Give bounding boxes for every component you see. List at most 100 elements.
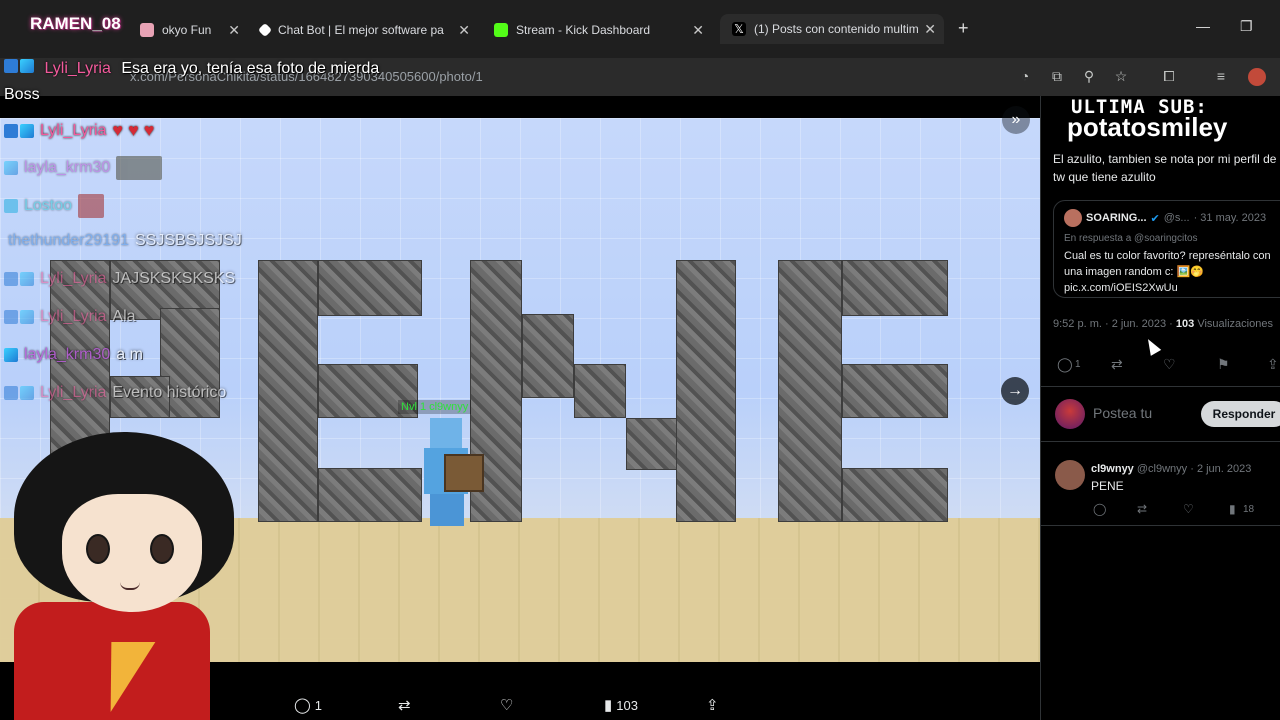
next-photo-button[interactable]: → <box>1001 377 1029 405</box>
avatar <box>1055 399 1085 429</box>
chat-message: Lyli_Lyria ♥ ♥ ♥ <box>4 120 158 141</box>
avatar-mouth <box>120 582 140 590</box>
vtuber-avatar <box>0 432 240 720</box>
restore-icon[interactable]: ❐ <box>1240 18 1253 35</box>
badge-icon <box>4 386 18 400</box>
chat-message: thethunder29191 SSJSBSJSJSJ <box>4 232 242 250</box>
install-icon[interactable]: ⧉ <box>1048 68 1066 86</box>
reply-count: 1 <box>1075 359 1081 370</box>
chat-message: layla_krm30 <box>4 156 163 180</box>
reply-icon: ◯ <box>294 697 311 714</box>
chat-message: Lyli_Lyria JAJSKSKSKSKS <box>4 270 235 288</box>
views-icon[interactable]: ▮ <box>1229 502 1236 516</box>
chat-message: Lyli_Lyria Evento histórico <box>4 384 226 402</box>
chat-username: Lyli_Lyria <box>40 270 107 287</box>
stone-block <box>626 418 678 470</box>
like-button[interactable]: ♡ <box>500 696 513 714</box>
profile-avatar[interactable] <box>1248 68 1266 86</box>
share-button[interactable]: ⇪ <box>706 696 719 714</box>
chat-message: Lyli_Lyria Esa era yo, tenía esa foto de… <box>4 56 384 108</box>
player-shield <box>444 454 484 492</box>
tweet-text: El azulito, tambien se nota por mi perfi… <box>1053 152 1277 184</box>
chat-text: Evento histórico <box>112 384 227 401</box>
avatar <box>1055 460 1085 490</box>
reply-icon[interactable]: ◯ <box>1057 356 1073 373</box>
tweet-views-label: Visualizaciones <box>1197 318 1273 330</box>
quote-handle: @s... <box>1163 212 1190 224</box>
reply-button[interactable]: ◯ 1 <box>294 696 322 714</box>
stone-block <box>778 260 842 522</box>
avatar-eye <box>86 534 110 564</box>
player-legs <box>430 494 464 526</box>
extensions-icon[interactable]: ⧠ <box>1160 68 1178 86</box>
chat-username: Lyli_Lyria <box>44 60 111 77</box>
x-logo-icon: 𝕏 <box>732 22 746 36</box>
cube-icon <box>4 199 18 213</box>
tab-label: Stream - Kick Dashboard <box>516 23 651 37</box>
share-icon[interactable]: ⇪ <box>1267 356 1279 373</box>
badge-icon <box>4 161 18 175</box>
comment-handle: @cl9wnyy · 2 jun. 2023 <box>1136 463 1252 475</box>
views-button[interactable]: ▮ 103 <box>604 696 638 714</box>
tab-x-posts[interactable]: 𝕏 (1) Posts con contenido multim ✕ <box>720 14 944 44</box>
comment-item[interactable]: cl9wnyy @cl9wnyy · 2 jun. 2023 PENE ◯ ⇄ … <box>1041 452 1280 526</box>
new-tab-button[interactable]: + <box>958 18 969 39</box>
heart-icon[interactable]: ♡ <box>1163 356 1176 373</box>
tweet-time: 9:52 p. m. · 2 jun. 2023 · <box>1053 318 1173 330</box>
comment-author: cl9wnyy <box>1091 463 1134 475</box>
tab-kick-dashboard[interactable]: Stream - Kick Dashboard ✕ <box>494 18 704 42</box>
media-icon[interactable]: ≡ <box>1212 68 1230 86</box>
comment-header: cl9wnyy @cl9wnyy · 2 jun. 2023 <box>1091 463 1251 475</box>
reply-count: 1 <box>314 697 323 713</box>
minimize-icon[interactable]: — <box>1196 18 1210 34</box>
tweet-views: 103 <box>1175 318 1195 330</box>
tweet-meta: 9:52 p. m. · 2 jun. 2023 · 103 Visualiza… <box>1053 318 1273 330</box>
quote-header: SOARING... ✔ @s... · 31 may. 2023 <box>1064 209 1280 227</box>
repost-icon[interactable]: ⇄ <box>1111 356 1123 373</box>
repost-icon[interactable]: ⇄ <box>1137 502 1147 516</box>
expand-panel-icon[interactable]: » <box>1002 106 1030 134</box>
badge-icon <box>20 123 34 138</box>
badge-icon <box>4 310 18 324</box>
chat-username: thethunder29191 <box>8 232 129 249</box>
badge-icon <box>20 272 34 286</box>
close-icon[interactable]: ✕ <box>924 21 936 38</box>
heart-icon[interactable]: ♡ <box>1183 502 1194 516</box>
heart-icon: ♡ <box>500 697 514 714</box>
comment-text: PENE <box>1091 479 1124 493</box>
verified-icon: ✔ <box>1150 212 1160 225</box>
badge-icon <box>4 59 18 73</box>
chat-username: layla_krm30 <box>24 159 111 176</box>
bookmark-star-icon[interactable]: ☆ <box>1112 68 1130 86</box>
share-icon: ⇪ <box>706 697 719 714</box>
chat-text: ♥ ♥ ♥ <box>112 120 155 140</box>
zoom-icon[interactable]: ⚲ <box>1080 68 1098 86</box>
avatar-face <box>62 494 202 612</box>
chat-text: a m <box>116 346 143 363</box>
bookmark-icon[interactable]: ⚑ <box>1217 356 1230 373</box>
quote-text: Cual es tu color favorito? represéntalo … <box>1064 250 1271 294</box>
chat-message: Lostoo <box>4 194 105 218</box>
quoted-tweet[interactable]: SOARING... ✔ @s... · 31 may. 2023 En res… <box>1053 200 1280 298</box>
emote-image <box>78 194 105 218</box>
avatar-eye <box>150 534 174 564</box>
tweet-actions: ◯ 1 ⇄ ♡ ⚑ ⇪ <box>1053 356 1280 376</box>
stone-block <box>676 260 736 522</box>
reply-icon[interactable]: ◯ <box>1093 502 1106 516</box>
quote-date: · 31 may. 2023 <box>1193 212 1267 224</box>
player-head <box>430 418 462 448</box>
stone-block <box>842 364 948 418</box>
badge-icon <box>4 272 18 286</box>
stone-block <box>522 314 574 398</box>
performance-icon[interactable]: ◔ <box>1016 68 1034 86</box>
quote-reply-to: En respuesta a @soaringcitos <box>1064 233 1198 244</box>
badge-icon <box>20 59 34 73</box>
chat-text: SSJSBSJSJSJ <box>135 232 242 249</box>
reply-input[interactable]: Postea tu <box>1093 405 1152 421</box>
repost-button[interactable]: ⇄ <box>398 696 411 714</box>
chat-username: Lyli_Lyria <box>40 308 107 325</box>
chat-text: JAJSKSKSKSKS <box>112 270 236 287</box>
reply-submit-button[interactable]: Responder <box>1201 401 1280 427</box>
close-icon[interactable]: ✕ <box>692 22 704 39</box>
avatar <box>1064 209 1082 227</box>
